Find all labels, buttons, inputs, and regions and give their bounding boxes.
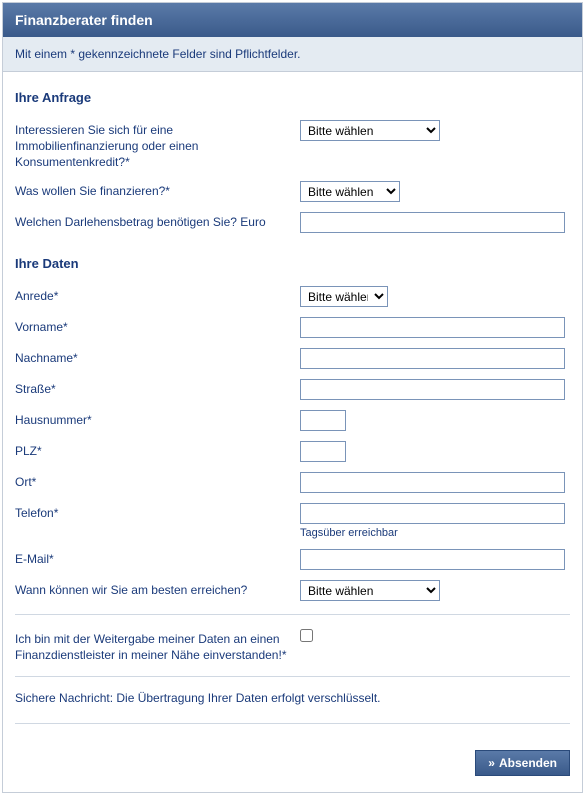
section-heading-daten: Ihre Daten: [15, 238, 570, 281]
label-hausnummer: Hausnummer*: [15, 410, 300, 428]
row-strasse: Straße*: [15, 374, 570, 405]
row-finanzieren: Was wollen Sie finanzieren?* Bitte wähle…: [15, 176, 570, 207]
separator: [15, 723, 570, 724]
row-telefon: Telefon* Tagsüber erreichbar: [15, 498, 570, 544]
select-finanzieren[interactable]: Bitte wählen: [300, 181, 400, 202]
panel-title: Finanzberater finden: [15, 12, 153, 28]
secure-note: Sichere Nachricht: Die Übertragung Ihrer…: [15, 685, 570, 715]
form-panel: Finanzberater finden Mit einem * gekennz…: [2, 2, 583, 793]
checkbox-consent[interactable]: [300, 629, 313, 642]
input-darlehensbetrag[interactable]: [300, 212, 565, 233]
separator: [15, 676, 570, 677]
label-anrede: Anrede*: [15, 286, 300, 304]
label-email: E-Mail*: [15, 549, 300, 567]
row-vorname: Vorname*: [15, 312, 570, 343]
submit-label: Absenden: [499, 756, 557, 770]
input-plz[interactable]: [300, 441, 346, 462]
hint-telefon: Tagsüber erreichbar: [300, 527, 570, 539]
secure-note-text: Sichere Nachricht: Die Übertragung Ihrer…: [15, 691, 381, 705]
required-note: Mit einem * gekennzeichnete Felder sind …: [3, 37, 582, 72]
row-nachname: Nachname*: [15, 343, 570, 374]
input-nachname[interactable]: [300, 348, 565, 369]
panel-header: Finanzberater finden: [3, 3, 582, 37]
row-anrede: Anrede* Bitte wählen: [15, 281, 570, 312]
label-nachname: Nachname*: [15, 348, 300, 366]
label-finanzieren: Was wollen Sie finanzieren?*: [15, 181, 300, 199]
input-telefon[interactable]: [300, 503, 565, 524]
row-darlehensbetrag: Welchen Darlehensbetrag benötigen Sie? E…: [15, 207, 570, 238]
select-anrede[interactable]: Bitte wählen: [300, 286, 388, 307]
label-telefon: Telefon*: [15, 503, 300, 521]
row-hausnummer: Hausnummer*: [15, 405, 570, 436]
form-content: Ihre Anfrage Interessieren Sie sich für …: [3, 72, 582, 792]
row-erreichen: Wann können wir Sie am besten erreichen?…: [15, 575, 570, 606]
input-vorname[interactable]: [300, 317, 565, 338]
label-strasse: Straße*: [15, 379, 300, 397]
separator: [15, 614, 570, 615]
input-ort[interactable]: [300, 472, 565, 493]
select-interesse[interactable]: Bitte wählen: [300, 120, 440, 141]
row-ort: Ort*: [15, 467, 570, 498]
label-erreichen: Wann können wir Sie am besten erreichen?: [15, 580, 300, 598]
select-erreichen[interactable]: Bitte wählen: [300, 580, 440, 601]
row-consent: Ich bin mit der Weitergabe meiner Daten …: [15, 623, 570, 668]
submit-button[interactable]: » Absenden: [475, 750, 570, 776]
input-hausnummer[interactable]: [300, 410, 346, 431]
label-ort: Ort*: [15, 472, 300, 490]
input-email[interactable]: [300, 549, 565, 570]
row-plz: PLZ*: [15, 436, 570, 467]
label-interesse: Interessieren Sie sich für eine Immobili…: [15, 120, 300, 171]
section-heading-anfrage: Ihre Anfrage: [15, 72, 570, 115]
input-strasse[interactable]: [300, 379, 565, 400]
label-consent: Ich bin mit der Weitergabe meiner Daten …: [15, 629, 300, 663]
button-row: » Absenden: [15, 732, 570, 780]
required-note-text: Mit einem * gekennzeichnete Felder sind …: [15, 47, 301, 61]
label-vorname: Vorname*: [15, 317, 300, 335]
arrow-icon: »: [488, 756, 495, 770]
label-darlehensbetrag: Welchen Darlehensbetrag benötigen Sie? E…: [15, 212, 300, 230]
label-plz: PLZ*: [15, 441, 300, 459]
row-interesse: Interessieren Sie sich für eine Immobili…: [15, 115, 570, 176]
row-email: E-Mail*: [15, 544, 570, 575]
